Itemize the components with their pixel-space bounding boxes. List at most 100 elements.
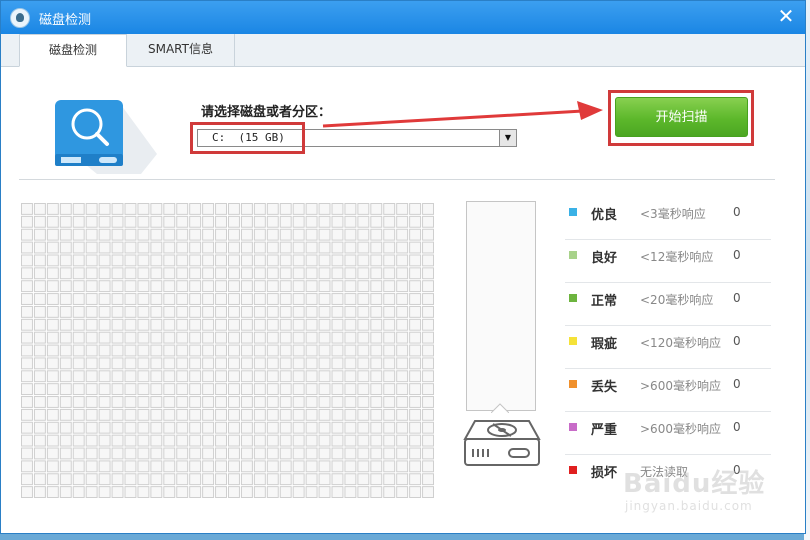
sector-cell <box>176 473 189 486</box>
sector-cell <box>72 215 85 228</box>
sector-cell <box>318 228 331 241</box>
sector-cell <box>344 383 357 396</box>
sector-cell <box>202 228 215 241</box>
sector-cell <box>189 215 202 228</box>
sector-cell <box>98 241 111 254</box>
sector-cell <box>72 357 85 370</box>
legend-name: 良好 <box>591 251 618 266</box>
sector-cell <box>318 215 331 228</box>
sector-cell <box>228 344 240 357</box>
sector-cell <box>422 293 434 305</box>
sector-cell <box>240 370 253 383</box>
sector-cell <box>383 318 396 331</box>
sector-cell <box>240 486 253 499</box>
chevron-down-icon[interactable]: ▼ <box>499 130 516 146</box>
sector-cell <box>176 383 189 396</box>
sector-cell <box>409 408 422 421</box>
sector-cell <box>240 344 253 357</box>
sector-cell <box>240 318 253 331</box>
sector-cell <box>266 305 279 318</box>
sector-cell <box>422 486 434 499</box>
sector-cell <box>137 318 150 331</box>
sector-cell <box>124 228 137 241</box>
sector-cell <box>150 241 163 254</box>
sector-cell <box>383 267 396 280</box>
sector-cell <box>202 331 215 344</box>
sector-cell <box>253 280 266 293</box>
sector-cell <box>85 460 98 473</box>
legend-count: 0 <box>733 334 741 348</box>
sector-cell <box>318 396 331 408</box>
sector-cell <box>202 241 215 254</box>
close-icon[interactable]: ✕ <box>776 5 796 27</box>
sector-cell <box>305 293 318 305</box>
sector-cell <box>344 434 357 447</box>
sector-cell <box>72 434 85 447</box>
sector-cell <box>292 215 305 228</box>
sector-cell <box>59 383 72 396</box>
sector-cell <box>98 305 111 318</box>
sector-cell <box>253 344 266 357</box>
start-scan-button[interactable]: 开始扫描 <box>615 97 748 137</box>
sector-cell <box>409 318 422 331</box>
sector-cell <box>150 305 163 318</box>
sector-cell <box>279 318 292 331</box>
sector-cell <box>357 228 370 241</box>
sector-cell <box>189 228 202 241</box>
sector-cell <box>46 331 59 344</box>
sector-cell <box>21 228 33 241</box>
sector-cell <box>266 331 279 344</box>
sector-cell <box>228 228 240 241</box>
sector-cell <box>409 383 422 396</box>
tab-smart-info[interactable]: SMART信息 <box>127 34 235 66</box>
sector-cell <box>228 305 240 318</box>
sector-cell <box>409 486 422 499</box>
sector-cell <box>124 383 137 396</box>
tab-disk-check[interactable]: 磁盘检测 <box>19 34 127 67</box>
sector-cell <box>72 305 85 318</box>
sector-cell <box>344 280 357 293</box>
sector-cell <box>357 331 370 344</box>
sector-cell <box>202 293 215 305</box>
sector-cell <box>137 447 150 460</box>
sector-cell <box>124 421 137 434</box>
sector-cell <box>33 254 46 267</box>
sector-cell <box>46 344 59 357</box>
sector-cell <box>163 305 176 318</box>
sector-cell <box>318 370 331 383</box>
sector-cell <box>59 421 72 434</box>
legend-name: 优良 <box>591 208 618 223</box>
sector-cell <box>344 215 357 228</box>
sector-cell <box>279 203 292 215</box>
section-divider <box>19 179 775 180</box>
sector-cell <box>318 434 331 447</box>
sector-cell <box>305 267 318 280</box>
sector-cell <box>46 203 59 215</box>
sector-cell <box>383 215 396 228</box>
sector-cell <box>279 460 292 473</box>
sector-cell <box>279 447 292 460</box>
sector-cell <box>331 370 344 383</box>
sector-cell <box>266 267 279 280</box>
sector-cell <box>266 486 279 499</box>
sector-cell <box>396 267 409 280</box>
sector-cell <box>409 241 422 254</box>
sector-cell <box>202 421 215 434</box>
sector-cell <box>215 293 227 305</box>
sector-cell <box>137 215 150 228</box>
sector-cell <box>137 460 150 473</box>
sector-cell <box>111 357 124 370</box>
sector-cell <box>253 434 266 447</box>
sector-cell <box>124 254 137 267</box>
sector-cell <box>383 357 396 370</box>
sector-cell <box>344 228 357 241</box>
sector-cell <box>318 460 331 473</box>
title-bar[interactable]: 磁盘检测 ✕ <box>1 1 805 34</box>
sector-cell <box>111 473 124 486</box>
sector-cell <box>331 331 344 344</box>
sector-cell <box>396 370 409 383</box>
sector-cell <box>370 203 383 215</box>
sector-cell <box>318 383 331 396</box>
sector-cell <box>98 408 111 421</box>
sector-cell <box>59 203 72 215</box>
